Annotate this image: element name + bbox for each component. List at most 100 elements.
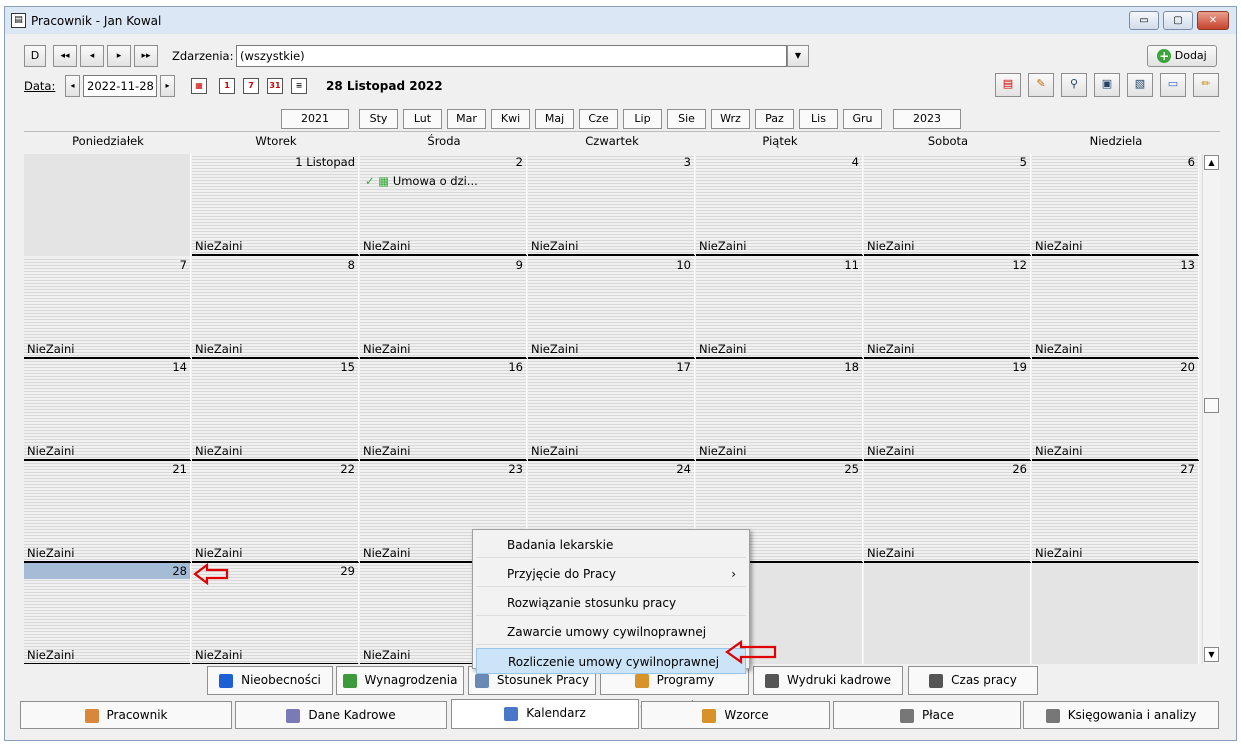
calendar-cell[interactable]: 16 NieZaini [360,359,527,461]
calendar-cell[interactable]: 15 NieZaini [192,359,359,461]
last-record-button[interactable]: ▸▸ [134,45,158,67]
main-tab-icon [286,708,301,723]
calendar-cell[interactable]: 28 NieZaini [24,563,191,664]
close-button[interactable]: ✕ [1197,11,1229,30]
month-button-3[interactable]: Kwi [491,109,530,129]
calendar-cell[interactable]: 10 NieZaini [528,257,695,359]
settings-report-icon[interactable]: ▧ [1127,73,1153,97]
main-tab-5[interactable]: Księgowania i analizy [1023,701,1219,729]
window-icon[interactable]: ▭ [1160,73,1186,97]
calendar-cell[interactable]: 19 NieZaini [864,359,1031,461]
add-button[interactable]: + Dodaj [1147,45,1217,67]
subtab-0[interactable]: Nieobecności [207,666,333,695]
calendar-cell[interactable] [24,154,191,256]
month-button-5[interactable]: Cze [579,109,618,129]
calendar-cell[interactable]: 4 NieZaini [696,154,863,256]
calendar-cell[interactable]: 2 NieZaini ✓ ▦ Umowa o dzi... [360,154,527,256]
next-year-button[interactable]: 2023 [893,109,961,129]
main-tab-1[interactable]: Dane Kadrowe [235,701,447,729]
month-button-9[interactable]: Paz [755,109,794,129]
calendar-cell[interactable]: 13 NieZaini [1032,257,1199,359]
events-combobox[interactable]: (wszystkie) [236,45,787,67]
calendar-cell[interactable]: 7 NieZaini [24,257,191,359]
minimize-button[interactable]: ▭ [1129,11,1159,30]
report-icon[interactable]: ▣ [1094,73,1120,97]
day-7-icon[interactable]: 7 [243,78,259,94]
month-button-0[interactable]: Sty [359,109,398,129]
day-view-button[interactable]: D [24,45,46,67]
context-menu-item-3[interactable]: Zawarcie umowy cywilnoprawnej [476,619,746,645]
calendar-cell[interactable] [864,563,1031,664]
prev-record-button[interactable]: ◂ [80,45,104,67]
calendar-cell[interactable]: 5 NieZaini [864,154,1031,256]
month-button-10[interactable]: Lis [799,109,838,129]
calendar-cell[interactable]: 26 NieZaini [864,461,1031,563]
date-input[interactable]: 2022-11-28 [83,75,157,97]
day-status: NieZaini [1035,546,1083,560]
main-tab-0[interactable]: Pracownik [20,701,232,729]
calendar-cell[interactable]: 8 NieZaini [192,257,359,359]
calendar-cell[interactable]: 14 NieZaini [24,359,191,461]
calendar-event[interactable]: ✓ ▦ Umowa o dzi... [365,174,478,188]
calendar-cell[interactable]: 27 NieZaini [1032,461,1199,563]
month-button-8[interactable]: Wrz [711,109,750,129]
subtab-icon [219,673,234,688]
day-status: NieZaini [1035,342,1083,356]
day-status: NieZaini [867,444,915,458]
next-record-button[interactable]: ▸ [107,45,131,67]
month-button-11[interactable]: Gru [843,109,882,129]
calendar-cell[interactable]: 22 NieZaini [192,461,359,563]
day-1-icon[interactable]: 1 [219,78,235,94]
main-tab-4[interactable]: Płace [833,701,1021,729]
calendar-cell[interactable]: 11 NieZaini [696,257,863,359]
scroll-thumb[interactable] [1204,398,1219,413]
context-menu-item-2[interactable]: Rozwiązanie stosunku pracy [476,590,746,616]
month-button-1[interactable]: Lut [403,109,442,129]
date-next-button[interactable]: ▸ [160,75,175,97]
calendar-cell[interactable]: 18 NieZaini [696,359,863,461]
day-status: NieZaini [531,239,579,253]
context-menu-item-0[interactable]: Badania lekarskie [476,532,746,558]
date-prev-button[interactable]: ◂ [65,75,80,97]
list-icon[interactable]: ≡ [291,78,307,94]
day-status: NieZaini [195,239,243,253]
calendar-cell[interactable]: 20 NieZaini [1032,359,1199,461]
day-status: NieZaini [363,342,411,356]
calendar-cell[interactable]: 3 NieZaini [528,154,695,256]
events-dropdown-button[interactable]: ▼ [787,45,809,67]
month-button-2[interactable]: Mar [447,109,486,129]
month-button-7[interactable]: Sie [667,109,706,129]
calendar-cell[interactable]: 21 NieZaini [24,461,191,563]
calendar-red-icon[interactable]: ▤ [995,73,1021,97]
calendar-cell[interactable]: 12 NieZaini [864,257,1031,359]
context-menu-item-4[interactable]: Rozliczenie umowy cywilnoprawnej [476,648,746,674]
main-tab-2[interactable]: Kalendarz [451,699,639,729]
day-status: NieZaini [867,342,915,356]
subtab-4[interactable]: Wydruki kadrowe [753,666,903,695]
calendar-cell[interactable]: 17 NieZaini [528,359,695,461]
scroll-up-icon[interactable]: ▲ [1204,155,1219,170]
day-31-icon[interactable]: 31 [267,78,283,94]
vertical-scrollbar[interactable]: ▲ ▼ [1202,154,1220,664]
pencil-icon[interactable]: ✏ [1193,73,1219,97]
maximize-button[interactable]: ▢ [1163,11,1193,30]
main-tab-3[interactable]: Wzorce [641,701,830,729]
context-menu-label: Przyjęcie do Pracy [507,567,616,581]
calendar-grid-icon[interactable]: ▦ [191,78,207,94]
prev-year-button[interactable]: 2021 [281,109,349,129]
title-bar[interactable]: ▤ Pracownik - Jan Kowal ▭ ▢ ✕ [5,7,1236,34]
scroll-down-icon[interactable]: ▼ [1204,647,1219,662]
calendar-edit-icon[interactable]: ✎ [1028,73,1054,97]
calendar-cell[interactable] [1032,563,1199,664]
calendar-cell[interactable]: 6 NieZaini [1032,154,1199,256]
first-record-button[interactable]: ◂◂ [53,45,77,67]
context-menu-item-1[interactable]: Przyjęcie do Pracy › [476,561,746,587]
search-icon[interactable]: ⚲ [1061,73,1087,97]
subtab-1[interactable]: Wynagrodzenia [336,666,464,695]
month-button-6[interactable]: Lip [623,109,662,129]
calendar-cell[interactable]: 1 Listopad NieZaini [192,154,359,256]
main-tab-label: Dane Kadrowe [308,708,396,722]
calendar-cell[interactable]: 9 NieZaini [360,257,527,359]
month-button-4[interactable]: Maj [535,109,574,129]
subtab-5[interactable]: Czas pracy [908,666,1038,695]
